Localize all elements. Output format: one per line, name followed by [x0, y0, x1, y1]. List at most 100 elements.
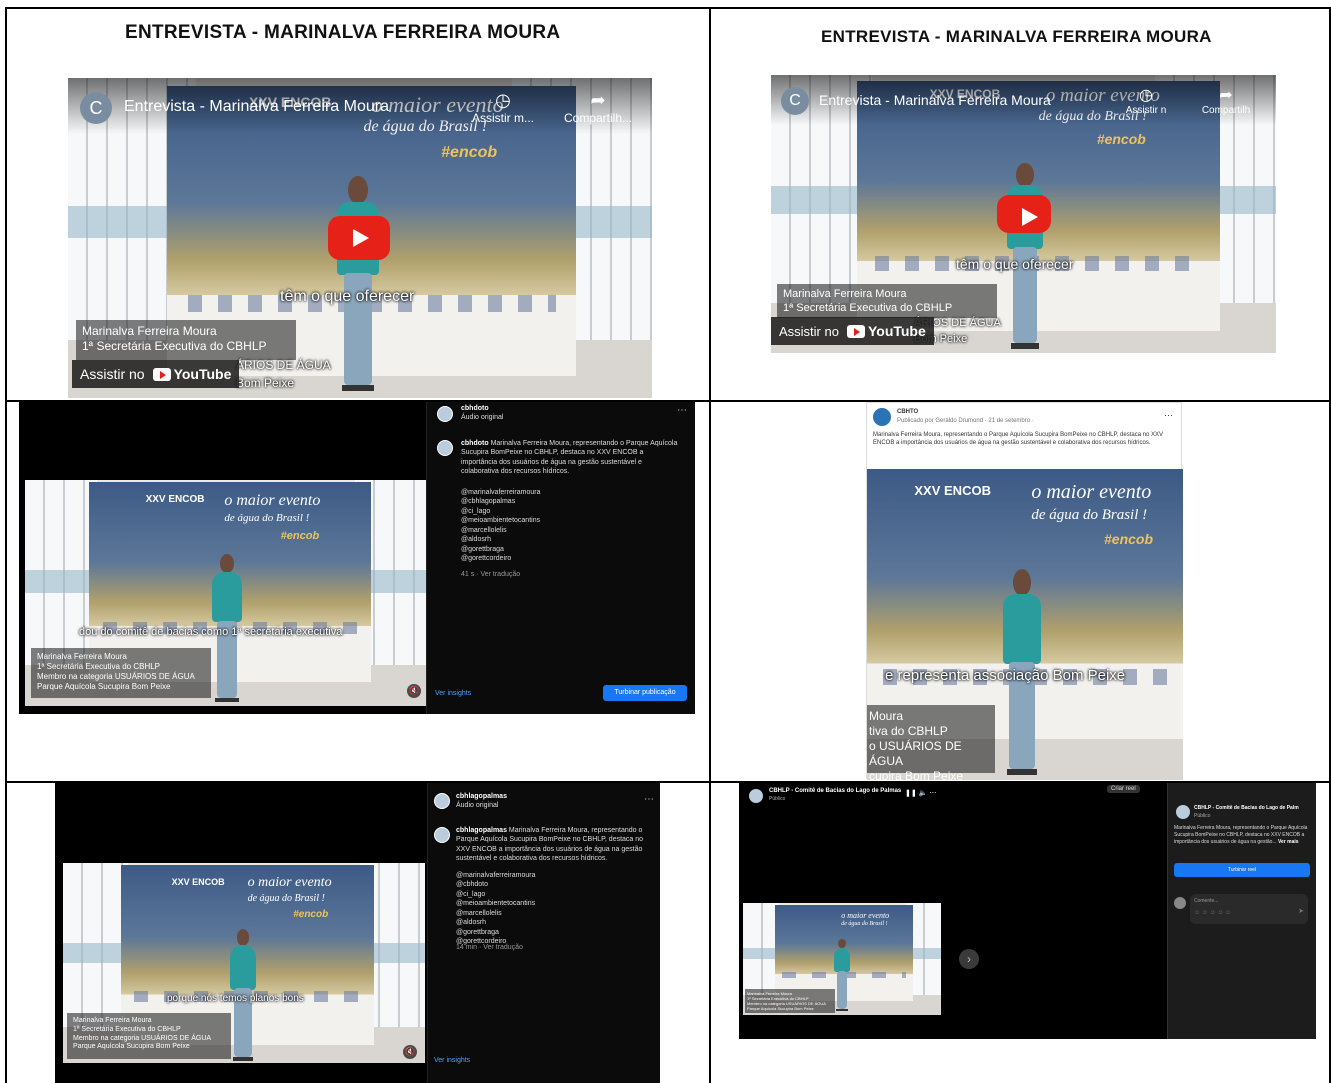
lower-third-role: 1ª Secretária Executiva do CBHLP	[37, 662, 161, 671]
audio-label[interactable]: Áudio original	[456, 801, 498, 810]
tag-link[interactable]: @marinalvaferreiramoura	[461, 488, 540, 497]
watch-later-label: Assistir n	[1125, 105, 1167, 116]
mute-icon[interactable]: 🔇	[403, 1045, 417, 1059]
lower-third-org: Parque Aquícola Sucupira Bom Peixe	[73, 1043, 190, 1051]
banner-hashtag: #encob	[1104, 531, 1154, 547]
view-insights-link[interactable]: Ver insights	[434, 1057, 470, 1064]
lower-third-category: Membro na categoria USUÁRIOS DE ÁGUA	[73, 1034, 212, 1042]
lower-third-category-partial: ÁRIOS DE ÁGUA	[236, 358, 331, 372]
caption-username[interactable]: cbhdoto	[461, 440, 489, 447]
more-options-icon[interactable]: ⋯	[644, 793, 654, 807]
boost-post-button[interactable]: Turbinar publicação	[603, 685, 687, 701]
tag-link[interactable]: @gorettbraga	[461, 545, 540, 554]
instagram-video-2[interactable]: XXV ENCOB o maior evento de água do Bras…	[63, 863, 425, 1063]
youtube-embed-1[interactable]: XXV ENCOB o maior evento de água do Bras…	[68, 78, 652, 398]
interviewee	[333, 176, 383, 391]
tag-link[interactable]: @aldosrh	[461, 535, 540, 544]
watch-on-label: Assistir no	[779, 323, 839, 339]
caption-avatar[interactable]	[437, 440, 453, 456]
next-reel-chevron-icon[interactable]: ›	[959, 949, 979, 969]
tag-link[interactable]: @meioambientetocantins	[456, 899, 535, 908]
boost-reel-button[interactable]: Turbinar reel	[1174, 863, 1310, 877]
facebook-post-1: CBHTO Publicado por Geraldo Drumond · 21…	[866, 402, 1183, 780]
page-avatar[interactable]	[873, 408, 891, 426]
lower-third: Marinalva Ferreira Moura 1ª Secretária E…	[76, 320, 296, 360]
channel-avatar[interactable]: C	[781, 87, 809, 115]
tag-link[interactable]: @cbhlagopalmas	[461, 497, 540, 506]
tag-link[interactable]: @marinalvaferreiramoura	[456, 871, 535, 880]
channel-avatar[interactable]: C	[80, 92, 112, 124]
instagram-video-1[interactable]: XXV ENCOB o maior evento de água do Bras…	[25, 480, 427, 706]
caption-username[interactable]: cbhlagopalmas	[456, 827, 507, 834]
tag-link[interactable]: @ci_lago	[456, 890, 535, 899]
audio-label[interactable]: Áudio original	[461, 413, 503, 422]
profile-avatar[interactable]	[434, 793, 450, 809]
page-avatar[interactable]	[749, 789, 763, 803]
tag-link[interactable]: @cbhdoto	[456, 880, 535, 889]
video-subtitle: e representa associação Bom Peixe	[885, 667, 1126, 684]
reel-page-name[interactable]: CBHLP - Comitê de Bacias do Lago de Palm…	[769, 788, 901, 794]
play-button[interactable]	[997, 195, 1051, 233]
banner-event-name: XXV ENCOB	[145, 494, 205, 505]
instagram-post-1: XXV ENCOB o maior evento de água do Bras…	[19, 402, 695, 714]
share-icon: ➦	[590, 90, 606, 110]
video-subtitle: têm o que oferecer	[956, 256, 1074, 272]
comment-input[interactable]: Comente... ☺ ☺ ☺ ☺ ☺ ➤	[1190, 894, 1308, 924]
comment-emoji-icons[interactable]: ☺ ☺ ☺ ☺ ☺	[1194, 910, 1231, 916]
tag-link[interactable]: @ci_lago	[461, 507, 540, 516]
banner-slogan-1: o maior evento	[841, 911, 890, 920]
facebook-video-1[interactable]: XXV ENCOB o maior evento de água do Bras…	[867, 469, 1183, 780]
instagram-post-2: XXV ENCOB o maior evento de água do Bras…	[55, 783, 660, 1083]
side-page-avatar[interactable]	[1176, 805, 1190, 819]
tag-list: @marinalvaferreiramoura @cbhlagopalmas @…	[461, 488, 540, 564]
see-more-link[interactable]: Ver mais	[1278, 839, 1299, 845]
tag-link[interactable]: @marcellolelis	[456, 909, 535, 918]
lower-third: Marinalva Ferreira Moura 1ª Secretária E…	[67, 1013, 231, 1059]
side-privacy: Público	[1194, 813, 1211, 819]
watch-later-button[interactable]: ◷ Assistir n	[1116, 85, 1176, 116]
tag-link[interactable]: @gorettcordeiro	[461, 554, 540, 563]
watch-later-button[interactable]: ◷ Assistir m...	[468, 90, 538, 125]
watch-on-youtube-button[interactable]: Assistir no YouTube	[72, 360, 240, 388]
post-meta: 14 min · Ver tradução	[456, 944, 523, 951]
share-label: Compartilh...	[563, 111, 633, 125]
more-options-icon[interactable]: ⋯	[1164, 409, 1173, 421]
video-title-link[interactable]: Entrevista - Marinalva Ferreira Moura	[819, 92, 1051, 108]
post-text: Marinalva Ferreira Moura, representando …	[873, 432, 1164, 447]
reel-video[interactable]: o maior evento de água do Brasil ! Marin…	[743, 903, 941, 1015]
pause-volume-controls[interactable]: ❚❚ 🔈 ⋯	[905, 789, 936, 797]
play-button[interactable]	[328, 216, 390, 260]
tag-link[interactable]: @meioambientetocantins	[461, 516, 540, 525]
cell2-title: ENTREVISTA - MARINALVA FERREIRA MOURA	[821, 27, 1212, 46]
lower-third-name: Marinalva Ferreira Moura	[783, 288, 907, 300]
side-page-name[interactable]: CBHLP - Comitê de Bacias do Lago de Palm	[1194, 805, 1299, 811]
share-icon: ➦	[1219, 87, 1233, 104]
video-subtitle: porque nós temos planos bons	[167, 993, 304, 1004]
share-button[interactable]: ➦ Compartilh...	[558, 90, 638, 125]
banner-slogan-2: de água do Brasil !	[841, 921, 888, 927]
lower-third-org: Parque Aquícola Sucupira Bom Peixe	[747, 1006, 814, 1011]
share-button[interactable]: ➦ Compartilh	[1191, 85, 1261, 116]
video-title-link[interactable]: Entrevista - Marinalva Ferreira Moura	[124, 98, 389, 116]
post-meta: 41 s · Ver tradução	[461, 571, 521, 578]
page-name[interactable]: CBHTO	[897, 408, 918, 416]
lower-third-name: Marinalva Ferreira Moura	[37, 652, 127, 661]
send-icon[interactable]: ➤	[1298, 907, 1304, 915]
clock-icon: ◷	[1139, 87, 1153, 104]
tag-link[interactable]: @gorettbraga	[456, 928, 535, 937]
youtube-embed-2[interactable]: XXV ENCOB o maior evento de água do Bras…	[771, 75, 1276, 353]
more-options-icon[interactable]: ⋯	[677, 404, 687, 418]
table-divider-vertical	[709, 7, 711, 1083]
create-reel-button[interactable]: Criar reel	[1107, 785, 1140, 793]
watch-on-youtube-button[interactable]: Assistir no YouTube	[771, 317, 934, 345]
lower-third-name: Marinalva Ferreira Moura	[73, 1017, 152, 1024]
mute-icon[interactable]: 🔇	[407, 684, 421, 698]
tag-link[interactable]: @marcellolelis	[461, 526, 540, 535]
lower-third: Marinalva Ferreira Moura 1ª Secretária E…	[745, 989, 835, 1013]
tag-link[interactable]: @aldosrh	[456, 918, 535, 927]
banner-hashtag: #encob	[1096, 131, 1146, 147]
view-insights-link[interactable]: Ver insights	[435, 690, 471, 697]
reel-privacy: Público	[769, 796, 786, 802]
profile-avatar[interactable]	[437, 406, 453, 422]
caption-avatar[interactable]	[434, 827, 450, 843]
